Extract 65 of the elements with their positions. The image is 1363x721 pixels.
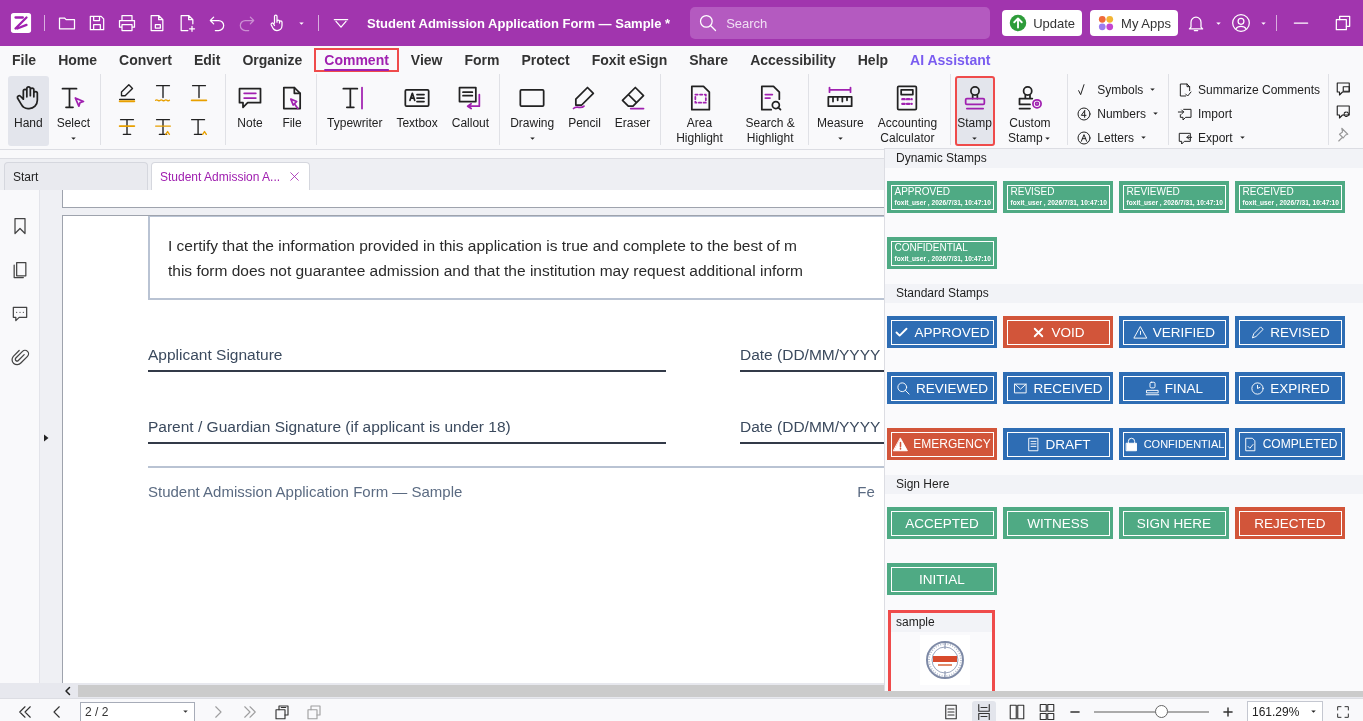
menu-tab[interactable]: File	[2, 48, 47, 72]
ribbon-tool[interactable]: Stamp	[954, 76, 995, 146]
menu-tab[interactable]: Share	[679, 48, 739, 72]
ribbon-tool[interactable]: Accounting Calculator	[869, 76, 946, 146]
menu-tab[interactable]: Organize	[232, 48, 313, 72]
search-field[interactable]: Search	[690, 7, 991, 39]
update-button[interactable]: Update	[1002, 10, 1083, 36]
ribbon-tool[interactable]: Eraser	[608, 76, 657, 146]
ribbon-tool[interactable]: Note	[230, 76, 271, 146]
standard-stamp[interactable]: DRAFT	[1003, 428, 1113, 460]
section-header: sample	[891, 613, 992, 632]
document-tab[interactable]: Start	[4, 162, 148, 190]
ribbon-tool[interactable]: Callout	[445, 76, 496, 146]
ribbon-menu-item[interactable]: Symbols	[1097, 82, 1158, 97]
menu-tab[interactable]: Comment	[314, 48, 399, 72]
section-header: Standard Stamps	[885, 284, 1363, 303]
apps-button[interactable]: My Apps	[1090, 10, 1178, 36]
menu-tab[interactable]: Form	[454, 48, 510, 72]
ribbon-tool[interactable]: Measure	[813, 76, 868, 146]
standard-stamp[interactable]: VERIFIED	[1119, 316, 1229, 348]
menu-tab[interactable]: Foxit eSign	[581, 48, 678, 72]
menu-tab[interactable]: Edit	[183, 48, 231, 72]
standard-stamp[interactable]: CONFIDENTIAL	[1119, 428, 1229, 460]
menu-tab[interactable]: AI Assistant	[900, 48, 1001, 72]
ribbon-menu-item[interactable]: Export	[1197, 130, 1247, 145]
menu-tab[interactable]: View	[400, 48, 453, 72]
footer-text: Student Admission Application Form — Sample	[148, 483, 463, 500]
ribbon-menu-item[interactable]: Letters	[1097, 130, 1148, 145]
standard-stamp[interactable]: EMERGENCY	[887, 428, 997, 460]
section-header: Sign Here	[885, 475, 1363, 494]
document-tab[interactable]: Student Admission A...	[151, 162, 311, 190]
menu-tab[interactable]: Home	[48, 48, 108, 72]
menu-tab[interactable]: Protect	[511, 48, 580, 72]
ribbon-tool[interactable]: Area Highlight	[665, 76, 734, 146]
ribbon-tool[interactable]: Hand	[8, 76, 49, 146]
sign-here-stamp[interactable]: REJECTED	[1235, 507, 1345, 539]
section-header: Dynamic Stamps	[885, 149, 1363, 168]
standard-stamp[interactable]: FINAL	[1119, 372, 1229, 404]
standard-stamp[interactable]: APPROVED	[887, 316, 997, 348]
menu-tab[interactable]: Accessibility	[740, 48, 846, 72]
zoom-field[interactable]: 161.29%	[1247, 700, 1323, 721]
window-title: Student Admission Application Form — Sample *	[367, 15, 671, 31]
ribbon-menu-item[interactable]: Numbers	[1097, 106, 1160, 121]
ribbon-tool[interactable]: Custom Stamp	[996, 76, 1064, 146]
footer-text: Fe	[857, 483, 875, 500]
menu-tab[interactable]: Convert	[109, 48, 182, 72]
standard-stamp[interactable]: EXPIRED	[1235, 372, 1345, 404]
ribbon-menu-item[interactable]: Summarize Comments	[1197, 82, 1320, 97]
page-field[interactable]: 2 / 2	[80, 701, 195, 721]
standard-stamp[interactable]: REVIEWED	[887, 372, 997, 404]
ribbon-tool[interactable]: Select	[50, 76, 97, 146]
signature-line: Applicant Signature	[148, 346, 666, 372]
ribbon-tool[interactable]: Typewriter	[321, 76, 389, 146]
ribbon-tool[interactable]: Search & Highlight	[735, 76, 805, 146]
ribbon-tool[interactable]: Pencil	[562, 76, 607, 146]
ribbon-tool[interactable]: Textbox	[390, 76, 444, 146]
menu-tab[interactable]: Help	[847, 48, 899, 72]
standard-stamp[interactable]: VOID	[1003, 316, 1113, 348]
standard-stamp[interactable]: RECEIVED	[1003, 372, 1113, 404]
signature-line: Parent / Guardian Signature (if applicant is under 18)	[148, 418, 666, 444]
ribbon-tool[interactable]: File	[272, 76, 313, 146]
standard-stamp[interactable]: REVISED	[1235, 316, 1345, 348]
ribbon-tool[interactable]: Drawing	[504, 76, 561, 146]
ribbon-menu-item[interactable]: Import	[1197, 106, 1232, 121]
standard-stamp[interactable]: COMPLETED	[1235, 428, 1345, 460]
